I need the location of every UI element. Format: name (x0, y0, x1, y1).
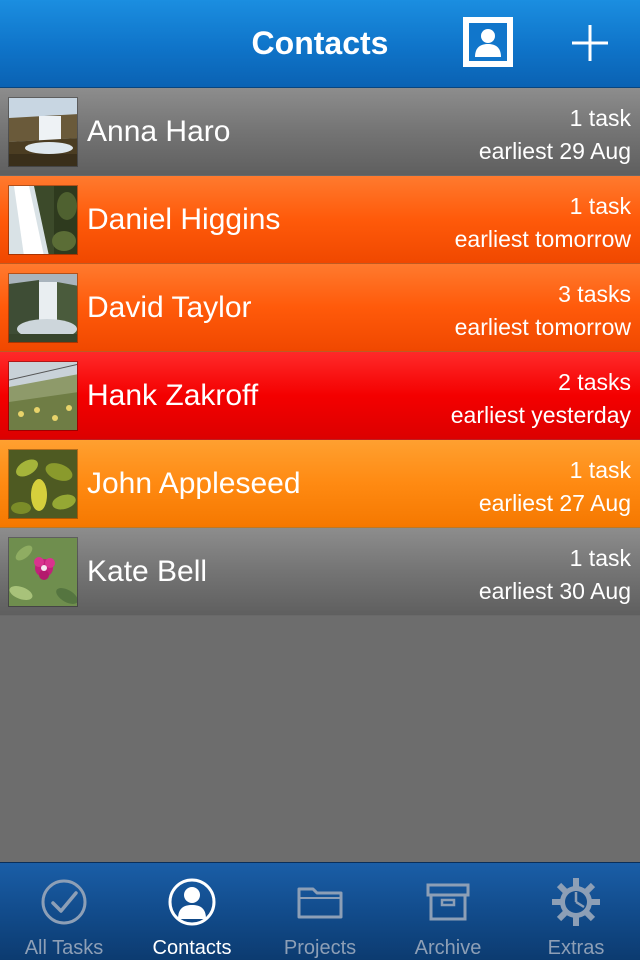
contact-name: Anna Haro (87, 115, 231, 148)
contact-name: David Taylor (87, 291, 252, 324)
tab-projects[interactable]: Projects (256, 863, 384, 960)
contact-photo (8, 273, 78, 343)
contact-name: Hank Zakroff (87, 379, 259, 412)
contact-task-summary: 3 tasks earliest tomorrow (455, 278, 631, 344)
contact-name: Kate Bell (87, 555, 208, 588)
contact-task-summary: 1 task earliest 30 Aug (479, 542, 631, 608)
contact-card-button[interactable] (463, 17, 513, 67)
contact-row-john-appleseed[interactable]: John Appleseed 1 task earliest 27 Aug (0, 440, 640, 528)
contact-photo (8, 97, 78, 167)
navigation-bar: Contacts (0, 0, 640, 88)
person-circle-icon (168, 878, 216, 926)
contact-photo (8, 449, 78, 519)
task-count: 1 task (569, 457, 631, 483)
contact-name: Daniel Higgins (87, 203, 281, 236)
folder-icon (297, 887, 343, 919)
contact-task-summary: 2 tasks earliest yesterday (451, 366, 631, 432)
task-count: 1 task (569, 545, 631, 571)
contact-row-hank-zakroff[interactable]: Hank Zakroff 2 tasks earliest yesterday (0, 352, 640, 440)
contact-row-david-taylor[interactable]: David Taylor 3 tasks earliest tomorrow (0, 264, 640, 352)
contact-task-summary: 1 task earliest 29 Aug (479, 102, 631, 168)
contact-row-kate-bell[interactable]: Kate Bell 1 task earliest 30 Aug (0, 528, 640, 616)
tab-contacts[interactable]: Contacts (128, 863, 256, 960)
contact-list: Anna Haro 1 task earliest 29 Aug Daniel … (0, 88, 640, 616)
earliest-due: earliest 29 Aug (478, 138, 631, 164)
add-contact-button[interactable] (571, 24, 609, 62)
tab-label: Projects (283, 937, 357, 959)
gear-icon (552, 878, 600, 926)
contact-task-summary: 1 task earliest 27 Aug (479, 454, 631, 520)
task-count: 3 tasks (558, 281, 631, 307)
earliest-due: earliest 27 Aug (478, 490, 631, 516)
contact-photo (8, 361, 78, 431)
contact-row-daniel-higgins[interactable]: Daniel Higgins 1 task earliest tomorrow (0, 176, 640, 264)
contacts-screen: Contacts Anna Haro 1 task earliest 29 Au… (0, 0, 640, 960)
task-count: 1 task (569, 193, 631, 219)
checkmark-circle-icon (41, 879, 87, 925)
page-title: Contacts (251, 25, 389, 61)
tab-label: All Tasks (24, 937, 104, 959)
tab-extras[interactable]: Extras (512, 863, 640, 960)
task-count: 2 tasks (558, 369, 631, 395)
task-count: 1 task (569, 105, 631, 131)
contact-photo (8, 185, 78, 255)
earliest-due: earliest tomorrow (454, 314, 631, 340)
earliest-due: earliest 30 Aug (478, 578, 631, 604)
person-card-icon (469, 23, 507, 61)
tab-bar: All Tasks Contacts Projects Archive Extr… (0, 862, 640, 960)
contact-task-summary: 1 task earliest tomorrow (455, 190, 631, 256)
contact-row-anna-haro[interactable]: Anna Haro 1 task earliest 29 Aug (0, 88, 640, 176)
contact-name: John Appleseed (87, 467, 301, 500)
earliest-due: earliest tomorrow (454, 226, 631, 252)
tab-label: Extras (547, 937, 605, 959)
tab-all-tasks[interactable]: All Tasks (0, 863, 128, 960)
earliest-due: earliest yesterday (450, 402, 631, 428)
tab-archive[interactable]: Archive (384, 863, 512, 960)
tab-label: Contacts (152, 937, 232, 959)
plus-icon (572, 25, 608, 61)
contact-photo (8, 537, 78, 607)
archive-box-icon (426, 883, 470, 921)
tab-label: Archive (414, 937, 482, 959)
